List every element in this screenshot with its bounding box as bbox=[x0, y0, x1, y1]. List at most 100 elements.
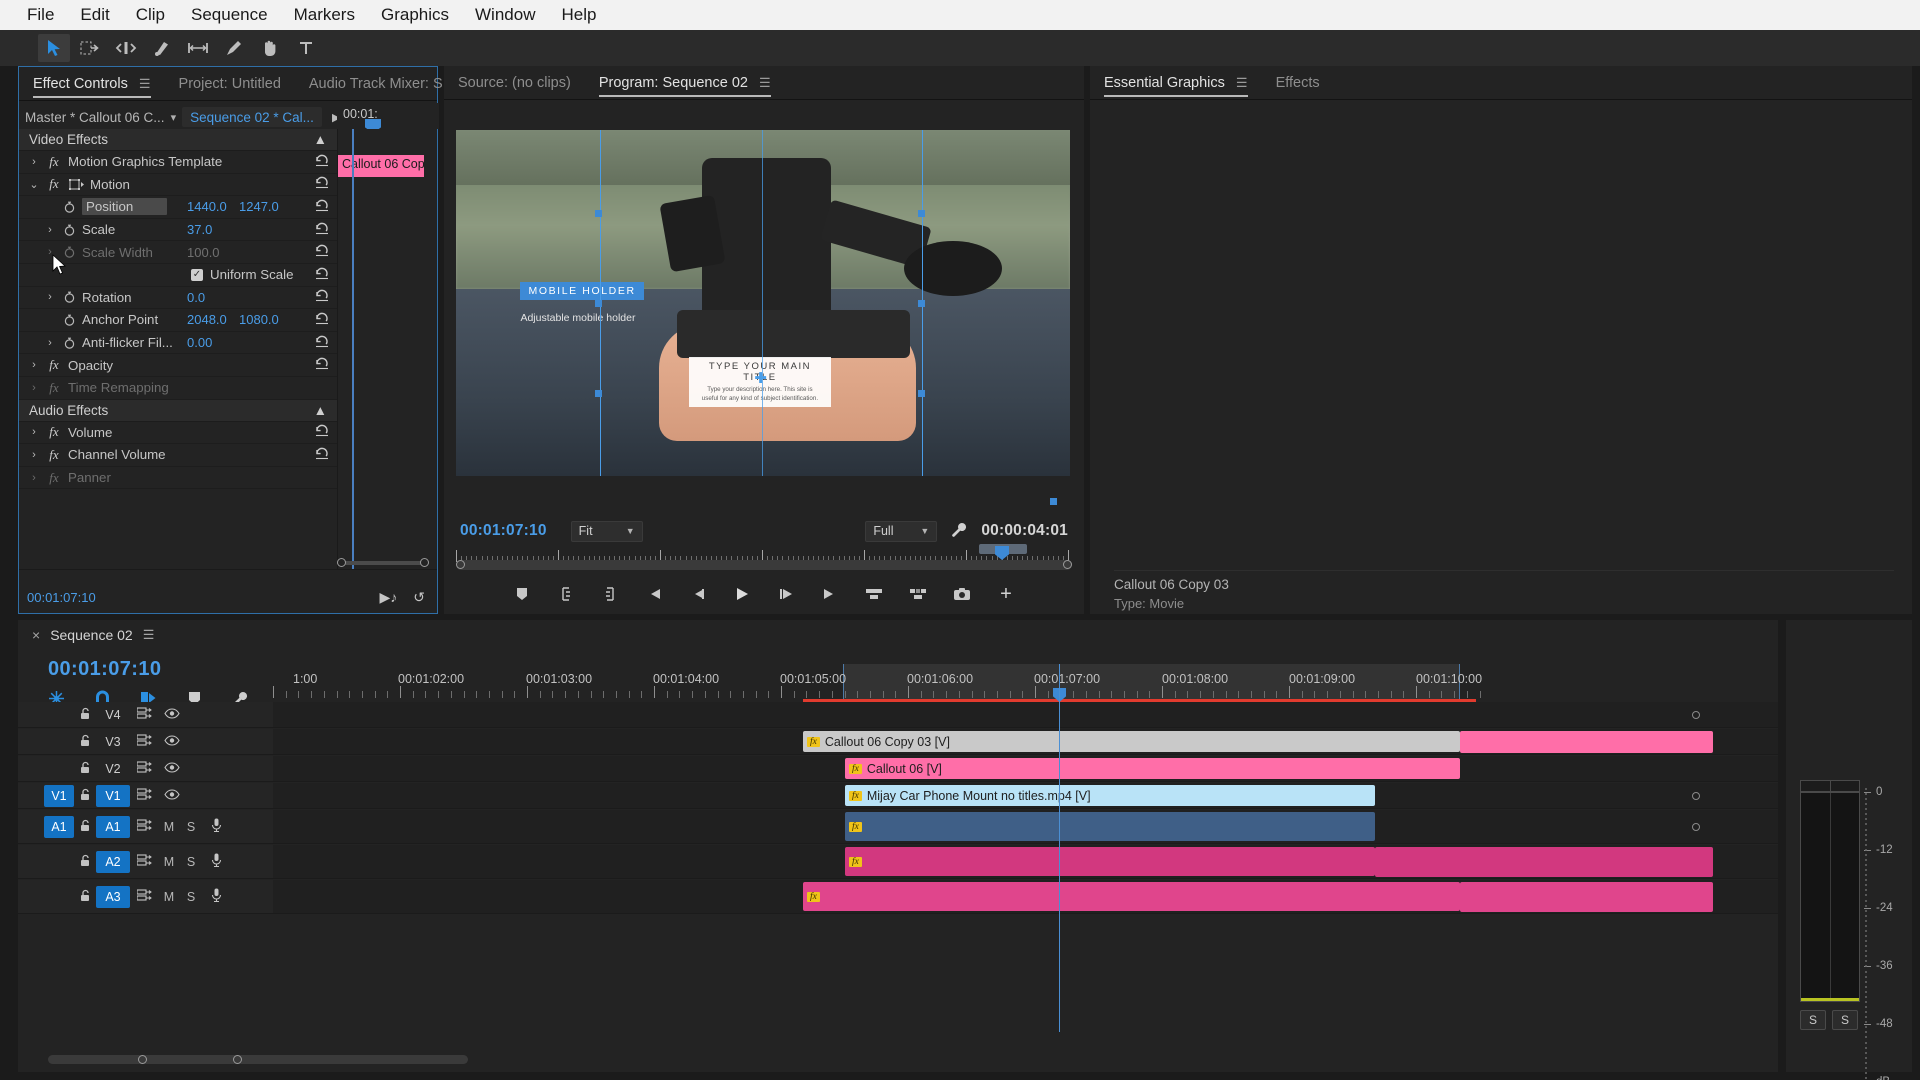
razor-tool-icon[interactable] bbox=[146, 34, 178, 62]
twirl-closed-icon[interactable]: › bbox=[25, 382, 43, 394]
mark-out-button[interactable] bbox=[599, 583, 621, 605]
track-target-toggle-a1[interactable]: A1 bbox=[44, 815, 74, 838]
reset-parameter-button[interactable] bbox=[315, 289, 329, 305]
menu-item-markers[interactable]: Markers bbox=[281, 0, 368, 30]
reset-parameter-button[interactable] bbox=[315, 267, 329, 283]
fx-icon[interactable]: fx bbox=[43, 176, 65, 192]
track-name-v2[interactable]: V2 bbox=[96, 758, 130, 780]
motion-handle-bottom-right[interactable] bbox=[918, 389, 926, 397]
ripple-edit-tool-icon[interactable] bbox=[110, 34, 142, 62]
menu-item-graphics[interactable]: Graphics bbox=[368, 0, 462, 30]
panel-menu-icon[interactable]: ☰ bbox=[759, 75, 771, 90]
fx-icon[interactable]: fx bbox=[43, 154, 65, 170]
audio-effects-header[interactable]: Audio Effects ▲ bbox=[19, 399, 337, 422]
panel-menu-icon[interactable]: ☰ bbox=[139, 76, 151, 91]
go-to-out-button[interactable] bbox=[819, 583, 841, 605]
zoom-handle-right[interactable] bbox=[420, 558, 429, 567]
effect-row-anchor-point[interactable]: Anchor Point 2048.0 1080.0 bbox=[19, 309, 337, 332]
chevron-down-icon[interactable]: ▾ bbox=[171, 111, 177, 124]
type-tool-icon[interactable] bbox=[290, 34, 322, 62]
effect-value-primary[interactable]: 0.0 bbox=[187, 290, 205, 305]
effect-controls-footer-timecode[interactable]: 00:01:07:10 bbox=[27, 590, 96, 605]
track-name-v1[interactable]: V1 bbox=[96, 784, 130, 807]
fx-icon[interactable]: fx bbox=[43, 380, 65, 396]
track-body-v2[interactable]: fx Callout 06 [V] bbox=[273, 756, 1778, 781]
effect-row-channel-volume[interactable]: › fx Channel Volume bbox=[19, 444, 337, 467]
panel-menu-icon[interactable]: ☰ bbox=[143, 627, 155, 643]
track-target-toggle-v2[interactable] bbox=[44, 758, 74, 780]
timeline-playhead-line[interactable] bbox=[1059, 664, 1060, 1032]
timeline-clip[interactable]: fx Mijay Car Phone Mount no titles.mp4 [V… bbox=[845, 785, 1375, 806]
effect-controls-clip-bar[interactable]: Callout 06 Cop bbox=[338, 155, 424, 177]
reset-parameter-button[interactable] bbox=[315, 447, 329, 463]
timeline-horizontal-scrollbar[interactable] bbox=[48, 1055, 468, 1064]
stopwatch-icon[interactable] bbox=[59, 291, 79, 304]
timeline-clip-extension[interactable] bbox=[1460, 731, 1713, 753]
motion-handle-bottom-mid-left[interactable] bbox=[1050, 498, 1057, 505]
fx-icon[interactable]: fx bbox=[43, 357, 65, 373]
track-body-v1[interactable]: fx Mijay Car Phone Mount no titles.mp4 [V… bbox=[273, 783, 1778, 808]
tab-project[interactable]: Project: Untitled bbox=[179, 76, 293, 100]
stopwatch-icon[interactable] bbox=[59, 246, 79, 258]
track-name-a3[interactable]: A3 bbox=[96, 885, 130, 908]
fx-icon[interactable]: fx bbox=[43, 424, 65, 440]
timeline-playhead-timecode[interactable]: 00:01:07:10 bbox=[48, 658, 161, 681]
tab-source[interactable]: Source: (no clips) bbox=[458, 75, 583, 99]
timeline-clip-extension[interactable] bbox=[1460, 882, 1713, 912]
settings-wrench-icon[interactable] bbox=[951, 522, 967, 541]
menu-item-window[interactable]: Window bbox=[462, 0, 548, 30]
uniform-scale-checkbox[interactable]: ✓ bbox=[191, 268, 203, 281]
solo-button-left[interactable]: S bbox=[1800, 1010, 1826, 1030]
add-marker-button[interactable] bbox=[511, 583, 533, 605]
track-lock-icon-v4[interactable] bbox=[74, 707, 96, 723]
track-target-toggle-a2[interactable] bbox=[44, 851, 74, 873]
effect-controls-keyframe-area[interactable]: Callout 06 Cop bbox=[337, 129, 437, 599]
reset-parameter-button[interactable] bbox=[315, 176, 329, 192]
track-lock-icon-v2[interactable] bbox=[74, 761, 96, 777]
sequence-clip-chip[interactable]: Sequence 02 * Cal... bbox=[182, 107, 322, 127]
reset-parameter-button[interactable] bbox=[315, 312, 329, 328]
track-target-toggle-a3[interactable] bbox=[44, 886, 74, 908]
effect-value-secondary[interactable]: 1247.0 bbox=[239, 199, 279, 214]
motion-handle-top-left[interactable] bbox=[594, 209, 602, 217]
track-sync-lock-icon-v1[interactable] bbox=[130, 788, 158, 803]
audio-meter-clip-indicator[interactable] bbox=[1800, 780, 1860, 792]
extract-button[interactable] bbox=[907, 583, 929, 605]
track-solo-button-a2[interactable]: S bbox=[180, 855, 202, 869]
track-visibility-icon-v2[interactable] bbox=[158, 761, 186, 776]
track-sync-lock-icon-a3[interactable] bbox=[130, 889, 158, 904]
track-mute-button-a1[interactable]: M bbox=[158, 820, 180, 834]
tab-effects[interactable]: Effects bbox=[1276, 75, 1332, 99]
track-sync-lock-icon-a1[interactable] bbox=[130, 819, 158, 834]
play-only-audio-icon[interactable]: ▶♪ bbox=[379, 589, 397, 606]
panel-menu-icon[interactable]: ☰ bbox=[1236, 75, 1248, 90]
track-sync-lock-icon-v3[interactable] bbox=[130, 734, 158, 749]
track-solo-button-a3[interactable]: S bbox=[180, 890, 202, 904]
stopwatch-icon[interactable] bbox=[59, 201, 79, 213]
collapse-icon[interactable]: ▲ bbox=[314, 403, 327, 418]
track-name-v3[interactable]: V3 bbox=[96, 731, 130, 753]
effect-value-primary[interactable]: 1440.0 bbox=[187, 199, 227, 214]
track-lock-icon-v1[interactable] bbox=[74, 788, 96, 804]
tab-audio-track-mixer[interactable]: Audio Track Mixer: S bbox=[309, 76, 455, 100]
tab-effect-controls[interactable]: Effect Controls ☰ bbox=[33, 76, 163, 100]
track-lock-icon-a2[interactable] bbox=[74, 854, 96, 870]
effect-row-scale[interactable]: › Scale 37.0 bbox=[19, 219, 337, 242]
tab-essential-graphics[interactable]: Essential Graphics ☰ bbox=[1104, 75, 1260, 99]
play-stop-button[interactable] bbox=[731, 583, 753, 605]
lift-button[interactable] bbox=[863, 583, 885, 605]
track-keyframe-knob[interactable] bbox=[1692, 710, 1700, 719]
motion-handle-right[interactable] bbox=[918, 299, 926, 307]
video-effects-header[interactable]: Video Effects ▲ bbox=[19, 129, 337, 151]
timeline-clip[interactable]: fx Callout 06 [V] bbox=[845, 758, 1460, 779]
menu-item-sequence[interactable]: Sequence bbox=[178, 0, 281, 30]
timeline-clip[interactable]: fx Callout 06 Copy 03 [V] bbox=[803, 731, 1460, 752]
track-visibility-icon-v3[interactable] bbox=[158, 734, 186, 749]
go-to-in-button[interactable] bbox=[643, 583, 665, 605]
reset-parameter-button[interactable] bbox=[315, 335, 329, 351]
playback-resolution-dropdown[interactable]: Full ▼ bbox=[865, 520, 938, 542]
effect-row-time-remapping[interactable]: › fx Time Remapping bbox=[19, 377, 337, 400]
scrollbar-handle-left[interactable] bbox=[456, 560, 465, 569]
tab-sequence-02[interactable]: Sequence 02 bbox=[50, 627, 133, 643]
track-target-toggle-v3[interactable] bbox=[44, 731, 74, 753]
